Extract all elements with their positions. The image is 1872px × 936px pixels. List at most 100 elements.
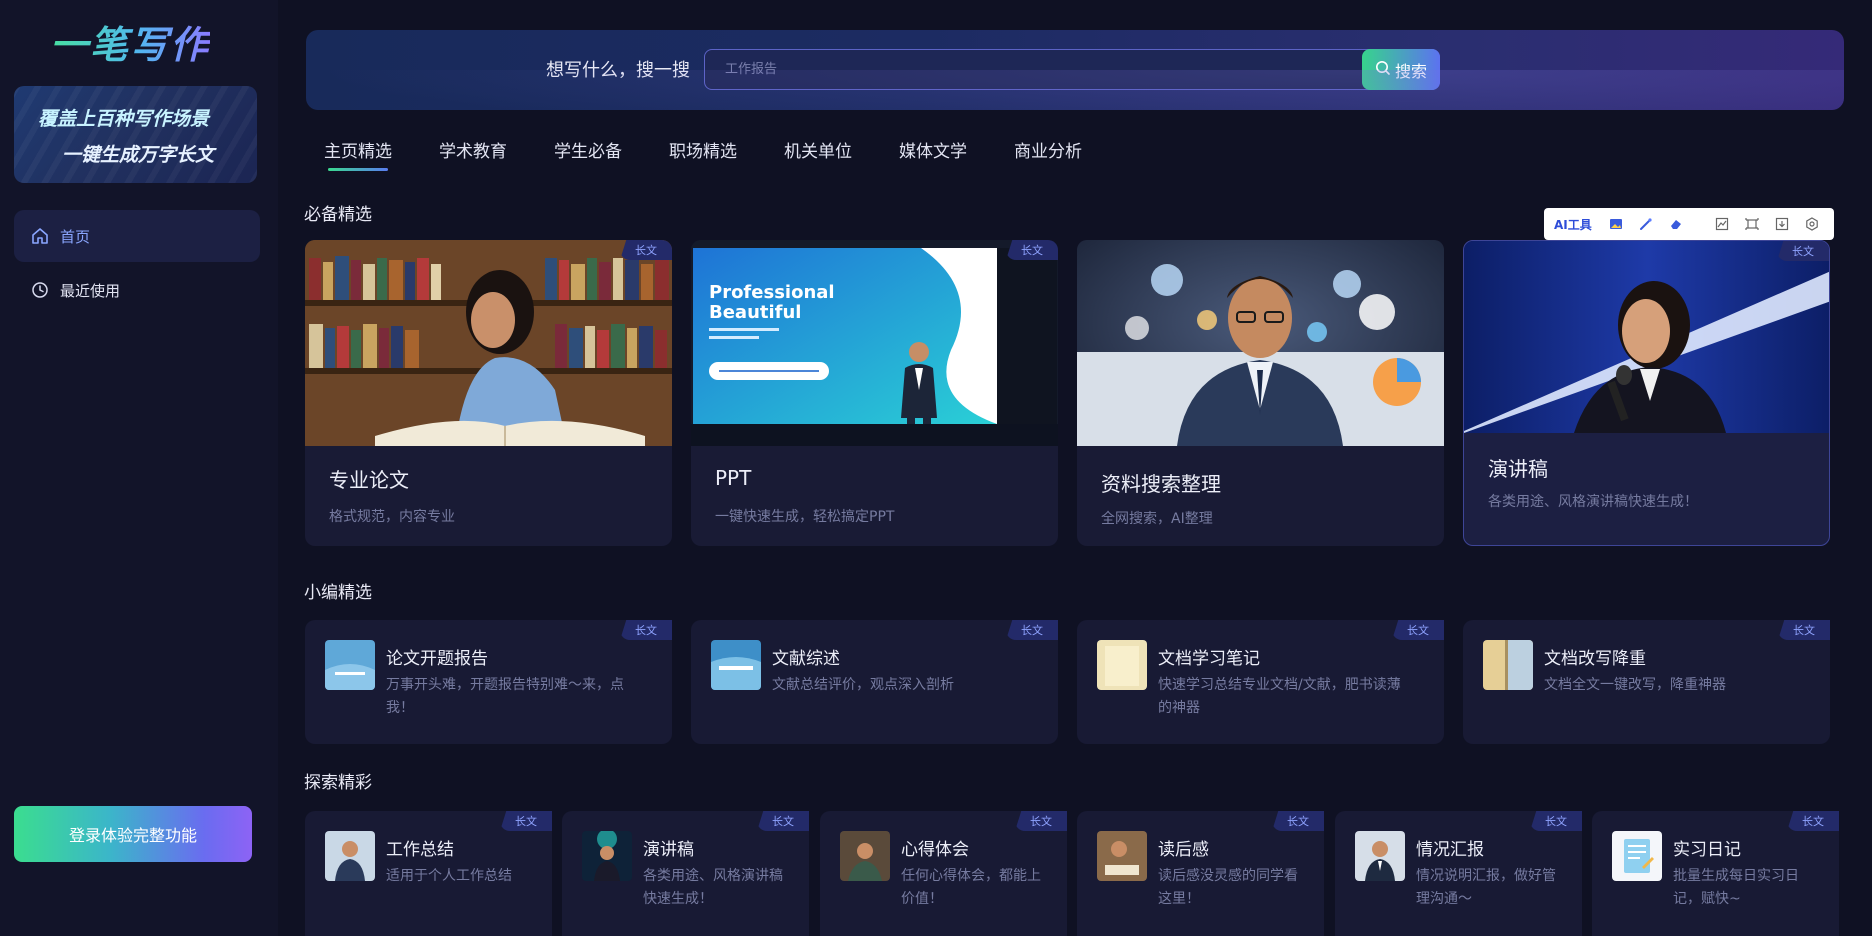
tab-workplace[interactable]: 职场精选 [669, 137, 737, 167]
featured-card-data-search[interactable]: 资料搜索整理 全网搜索，AI整理 [1077, 240, 1444, 546]
card-desc: 快速学习总结专业文档/文献，肥书读薄的神器 [1158, 677, 1401, 716]
card-title: 论文开题报告 [386, 649, 488, 669]
ppt-image: Professional Beautiful [691, 240, 1058, 446]
status-report-thumbnail [1355, 831, 1405, 881]
long-text-badge: 长文 [1272, 811, 1324, 831]
sidebar-item-recent[interactable]: 最近使用 [14, 264, 260, 316]
long-text-badge: 长文 [757, 811, 809, 831]
chart-icon[interactable] [1714, 216, 1730, 232]
card-title: 文档改写降重 [1544, 649, 1646, 669]
card-desc: 批量生成每日实习日记，赋快~ [1673, 868, 1799, 907]
search-input[interactable] [705, 50, 1439, 89]
work-summary-thumbnail [325, 831, 375, 881]
card-desc: 适用于个人工作总结 [386, 868, 512, 884]
editor-card-study-notes[interactable]: 长文 文档学习笔记 快速学习总结专业文档/文献，肥书读薄的神器 [1077, 620, 1444, 744]
explore-card-speech[interactable]: 长文 演讲稿 各类用途、风格演讲稿快速生成！ [562, 811, 809, 936]
card-title: 文档学习笔记 [1158, 649, 1260, 669]
card-desc: 情况说明汇报，做好管理沟通～ [1416, 868, 1556, 907]
search-banner: 想写什么，搜一搜 搜索 [306, 30, 1844, 110]
long-text-badge: 长文 [1778, 620, 1830, 640]
eraser-icon[interactable] [1668, 216, 1684, 232]
promo-banner[interactable]: 覆盖上百种写作场景 一键生成万字长文 [14, 86, 257, 183]
long-text-badge: 长文 [1787, 811, 1839, 831]
sidebar-item-label: 首页 [60, 227, 91, 246]
explore-card-status-report[interactable]: 长文 情况汇报 情况说明汇报，做好管理沟通～ [1335, 811, 1582, 936]
download-icon[interactable] [1774, 216, 1790, 232]
search-icon [1375, 60, 1391, 80]
clock-icon [30, 280, 50, 300]
login-button[interactable]: 登录体验完整功能 [14, 806, 252, 862]
card-title: 读后感 [1158, 840, 1209, 860]
settings-icon[interactable] [1804, 216, 1820, 232]
card-desc: 读后感没灵感的同学看这里！ [1158, 868, 1298, 907]
featured-card-ppt[interactable]: Professional Beautiful 长文 PPT 一键快速生成，轻松搞… [691, 240, 1058, 546]
featured-card-speech[interactable]: 长文 演讲稿 各类用途、风格演讲稿快速生成！ [1463, 240, 1830, 546]
section-title-featured: 必备精选 [304, 205, 372, 225]
card-title: 工作总结 [386, 840, 454, 860]
tab-media-literature[interactable]: 媒体文学 [899, 137, 967, 167]
explore-card-reflection[interactable]: 长文 心得体会 任何心得体会，都能上价值！ [820, 811, 1067, 936]
explore-card-internship-diary[interactable]: 长文 实习日记 批量生成每日实习日记，赋快~ [1592, 811, 1839, 936]
search-label: 想写什么，搜一搜 [546, 60, 690, 81]
card-desc: 文档全文一键改写，降重神器 [1544, 677, 1726, 693]
card-desc: 格式规范，内容专业 [329, 509, 455, 525]
magic-wand-icon[interactable] [1638, 216, 1654, 232]
literature-thumbnail [711, 640, 761, 690]
slide-text-1: Professional [709, 282, 835, 303]
long-text-badge: 长文 [620, 620, 672, 640]
search-box: 搜索 [704, 49, 1440, 90]
tab-business[interactable]: 商业分析 [1014, 137, 1082, 167]
long-text-badge: 长文 [1530, 811, 1582, 831]
proposal-thumbnail [325, 640, 375, 690]
rewrite-thumbnail [1483, 640, 1533, 690]
editor-card-literature-review[interactable]: 长文 文献综述 文献总结评价，观点深入剖析 [691, 620, 1058, 744]
image-icon[interactable] [1608, 216, 1624, 232]
explore-card-work-summary[interactable]: 长文 工作总结 适用于个人工作总结 [305, 811, 552, 936]
banner-line-1: 覆盖上百种写作场景 [38, 108, 210, 130]
section-title-explore: 探索精彩 [304, 773, 372, 793]
long-text-badge: 长文 [620, 240, 672, 260]
card-title: 资料搜索整理 [1101, 472, 1221, 496]
banner-line-2: 一键生成万字长文 [62, 144, 215, 166]
sidebar-item-home[interactable]: 首页 [14, 210, 260, 262]
tab-government[interactable]: 机关单位 [784, 137, 852, 167]
reflection-thumbnail [840, 831, 890, 881]
section-title-editor-picks: 小编精选 [304, 583, 372, 603]
long-text-badge: 长文 [1006, 620, 1058, 640]
sidebar-item-label: 最近使用 [60, 281, 121, 300]
card-title: 演讲稿 [1488, 457, 1548, 481]
card-title: 专业论文 [329, 468, 409, 492]
editor-card-rewrite[interactable]: 长文 文档改写降重 文档全文一键改写，降重神器 [1463, 620, 1830, 744]
card-title: 文献综述 [772, 649, 840, 669]
card-desc: 文献总结评价，观点深入剖析 [772, 677, 954, 693]
card-desc: 全网搜索，AI整理 [1101, 511, 1213, 527]
search-button[interactable]: 搜索 [1362, 49, 1440, 90]
card-title: 心得体会 [901, 840, 969, 860]
data-search-image [1077, 240, 1444, 446]
card-desc: 一键快速生成，轻松搞定PPT [715, 509, 895, 525]
app-logo[interactable]: 一笔写作 [50, 14, 210, 67]
search-button-label: 搜索 [1394, 61, 1427, 81]
sidebar: 一笔写作 覆盖上百种写作场景 一键生成万字长文 首页 最近使用 登录体验完整功能 [0, 0, 278, 936]
category-tabs: 主页精选 学术教育 学生必备 职场精选 机关单位 媒体文学 商业分析 [324, 137, 1129, 171]
explore-card-book-review[interactable]: 长文 读后感 读后感没灵感的同学看这里！ [1077, 811, 1324, 936]
ai-tools-label[interactable]: AI工具 [1554, 216, 1592, 233]
long-text-badge: 长文 [1015, 811, 1067, 831]
speech-image [1464, 241, 1829, 433]
internship-diary-thumbnail [1612, 831, 1662, 881]
long-text-badge: 长文 [1777, 241, 1829, 261]
speech-thumbnail [582, 831, 632, 881]
featured-card-thesis[interactable]: 长文 专业论文 格式规范，内容专业 [305, 240, 672, 546]
card-desc: 各类用途、风格演讲稿快速生成！ [643, 868, 783, 907]
tab-student[interactable]: 学生必备 [554, 137, 622, 167]
card-title: PPT [715, 466, 752, 490]
tab-academic[interactable]: 学术教育 [439, 137, 507, 167]
crop-icon[interactable] [1744, 216, 1760, 232]
editor-card-proposal[interactable]: 长文 论文开题报告 万事开头难，开题报告特别难～来，点我！ [305, 620, 672, 744]
card-desc: 各类用途、风格演讲稿快速生成！ [1488, 494, 1698, 510]
ai-toolbar: AI工具 [1544, 208, 1834, 240]
card-desc: 万事开头难，开题报告特别难～来，点我！ [386, 677, 624, 716]
thesis-image [305, 240, 672, 446]
tab-home-featured[interactable]: 主页精选 [324, 137, 392, 171]
slide-text-2: Beautiful [709, 302, 801, 323]
